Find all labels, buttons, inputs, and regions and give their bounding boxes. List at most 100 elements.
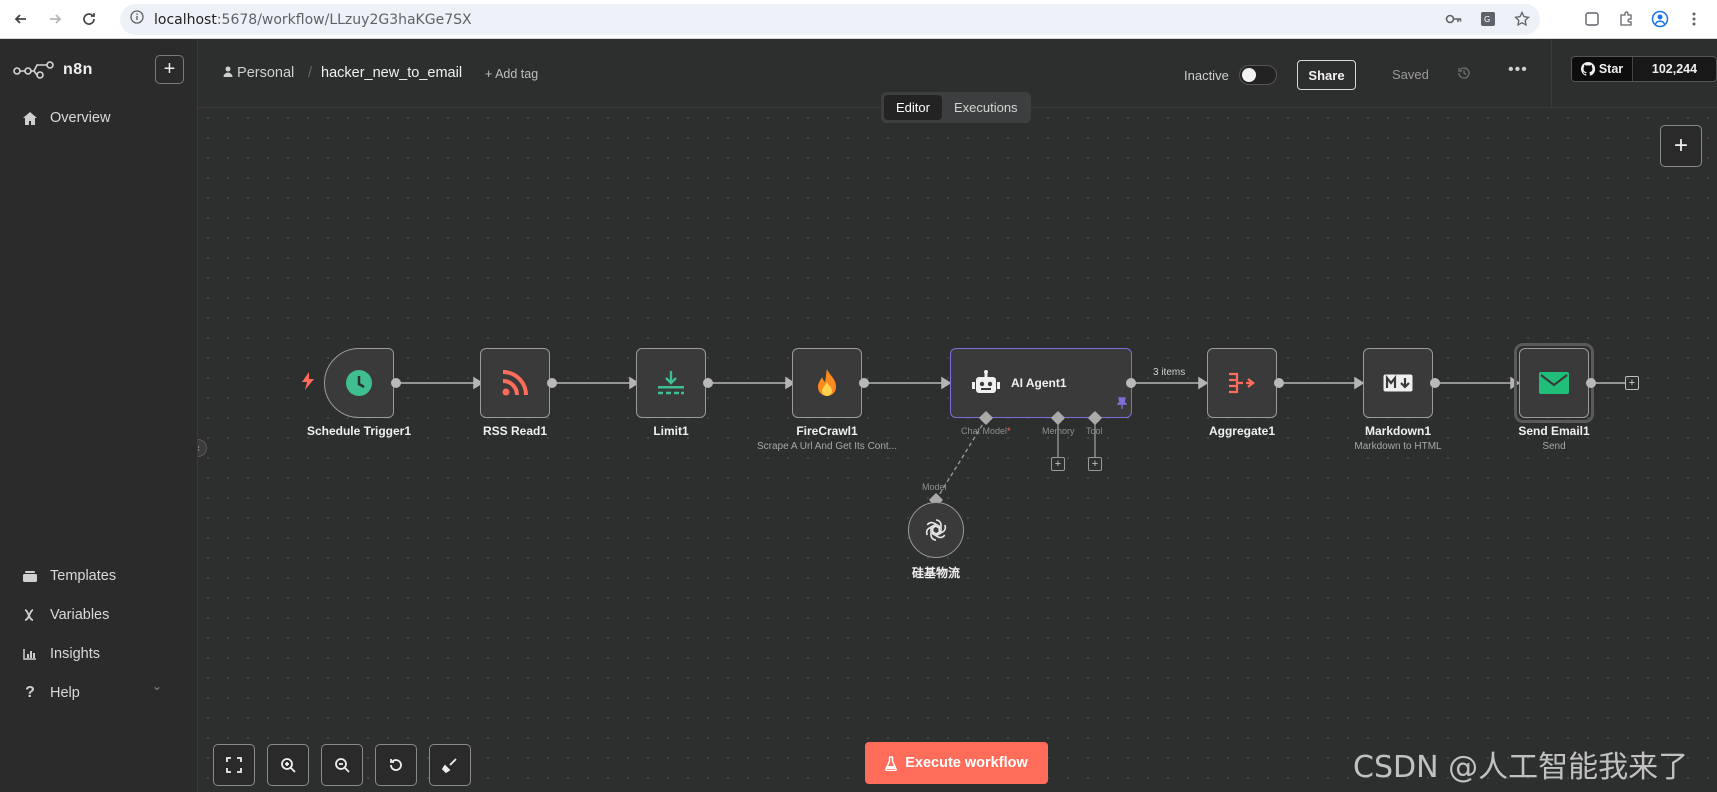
add-memory-button[interactable]: + xyxy=(1051,457,1065,471)
node-schedule-trigger[interactable] xyxy=(324,348,394,418)
activation-status-label: Inactive xyxy=(1184,68,1229,83)
workflow-canvas[interactable]: ‹ + Schedule Trigger1 RSS Read1 xyxy=(198,108,1717,792)
password-key-icon[interactable] xyxy=(1444,9,1464,29)
project-name: Personal xyxy=(237,65,295,81)
node-label: FireCrawl1 xyxy=(796,424,858,438)
node-rss-read[interactable] xyxy=(480,348,550,418)
markdown-icon xyxy=(1383,374,1413,392)
add-next-node-button[interactable]: + xyxy=(1625,376,1639,390)
output-port[interactable] xyxy=(391,378,401,388)
browser-toolbar: localhost:5678/workflow/LLzuy2G3haKGe7SX… xyxy=(0,0,1717,39)
fit-view-button[interactable] xyxy=(213,744,255,786)
output-port[interactable] xyxy=(859,378,869,388)
sidebar-item-label: Variables xyxy=(50,607,110,623)
back-icon[interactable] xyxy=(8,6,34,32)
extensions-icon[interactable] xyxy=(1615,8,1637,30)
breadcrumb-project[interactable]: Personal xyxy=(223,65,294,81)
chevron-down-icon[interactable]: ⌄ xyxy=(152,679,162,693)
output-port[interactable] xyxy=(1586,378,1596,388)
site-info-icon[interactable] xyxy=(130,10,144,29)
tool-port-label: Tool xyxy=(1086,426,1103,436)
insights-icon xyxy=(20,648,40,660)
node-firecrawl[interactable] xyxy=(792,348,862,418)
zoom-in-button[interactable] xyxy=(267,744,309,786)
activate-toggle[interactable] xyxy=(1239,65,1277,85)
editor-tabs: Editor Executions xyxy=(881,92,1031,123)
memory-port-label: Memory xyxy=(1042,426,1075,436)
output-port[interactable] xyxy=(1126,378,1136,388)
create-new-button[interactable]: + xyxy=(155,55,184,84)
output-port[interactable] xyxy=(703,378,713,388)
node-label: Markdown1 xyxy=(1364,424,1431,438)
home-icon xyxy=(20,111,40,126)
tab-search-icon[interactable] xyxy=(1581,8,1603,30)
variables-icon xyxy=(20,608,40,622)
node-model[interactable] xyxy=(908,502,964,558)
header-divider xyxy=(1551,39,1552,108)
forward-icon[interactable] xyxy=(42,6,68,32)
trigger-bolt-icon xyxy=(302,372,314,395)
execute-workflow-button[interactable]: Execute workflow xyxy=(865,742,1048,784)
profile-icon[interactable] xyxy=(1649,8,1671,30)
node-subtitle: Scrape A Url And Get Its Cont... xyxy=(756,441,898,452)
tab-executions[interactable]: Executions xyxy=(942,95,1030,120)
broom-icon xyxy=(442,758,457,773)
zoom-out-icon xyxy=(335,758,350,773)
email-icon xyxy=(1539,372,1569,394)
history-icon[interactable] xyxy=(1456,65,1472,85)
openai-icon xyxy=(925,519,947,541)
pin-icon[interactable] xyxy=(1116,396,1128,414)
sidebar-item-label: Overview xyxy=(50,110,111,126)
more-options-icon[interactable]: ••• xyxy=(1508,61,1528,79)
share-button[interactable]: Share xyxy=(1297,60,1356,90)
github-star-count: 102,244 xyxy=(1632,57,1716,81)
node-aggregate[interactable] xyxy=(1207,348,1277,418)
tab-editor[interactable]: Editor xyxy=(884,95,942,120)
limit-icon xyxy=(658,371,684,395)
sidebar: n8n + Overview Templates Variables Insig… xyxy=(0,39,198,792)
node-markdown[interactable] xyxy=(1363,348,1433,418)
clock-icon xyxy=(346,370,372,396)
node-label: RSS Read1 xyxy=(482,424,548,438)
bookmark-star-icon[interactable] xyxy=(1512,9,1532,29)
address-bar[interactable]: localhost:5678/workflow/LLzuy2G3haKGe7SX… xyxy=(120,4,1540,35)
node-limit[interactable] xyxy=(636,348,706,418)
node-send-email[interactable] xyxy=(1519,348,1589,418)
zoom-in-icon xyxy=(281,758,296,773)
execute-workflow-label: Execute workflow xyxy=(905,755,1028,771)
output-port[interactable] xyxy=(547,378,557,388)
node-label: Limit1 xyxy=(653,424,689,438)
sidebar-item-help[interactable]: ? Help xyxy=(20,681,80,705)
add-tag-button[interactable]: + Add tag xyxy=(485,67,538,81)
node-label: 硅基物流 xyxy=(911,566,960,580)
aggregate-icon xyxy=(1229,372,1255,394)
add-tool-button[interactable]: + xyxy=(1088,457,1102,471)
sidebar-item-templates[interactable]: Templates xyxy=(20,564,116,588)
undo-icon xyxy=(390,759,402,771)
rss-icon xyxy=(502,370,528,396)
github-star-button[interactable]: Star 102,244 xyxy=(1571,56,1717,82)
plus-icon: + xyxy=(163,58,176,80)
workflow-name[interactable]: hacker_new_to_email xyxy=(321,65,462,81)
reload-icon[interactable] xyxy=(76,6,102,32)
node-label: Send Email1 xyxy=(1518,424,1590,438)
url-text: localhost:5678/workflow/LLzuy2G3haKGe7SX xyxy=(154,11,472,28)
sidebar-item-insights[interactable]: Insights xyxy=(20,642,100,666)
zoom-out-button[interactable] xyxy=(321,744,363,786)
translate-icon[interactable]: G xyxy=(1478,9,1498,29)
sidebar-item-label: Insights xyxy=(50,646,100,662)
n8n-logo-icon xyxy=(13,61,54,79)
user-icon xyxy=(223,65,237,81)
node-subtitle: Markdown to HTML xyxy=(1354,441,1442,452)
node-subtitle: Send xyxy=(1542,441,1566,452)
tidy-up-button[interactable] xyxy=(429,744,471,786)
sidebar-item-overview[interactable]: Overview xyxy=(20,106,110,130)
node-label: Aggregate1 xyxy=(1208,424,1276,438)
breadcrumb-separator: / xyxy=(308,65,313,81)
output-port[interactable] xyxy=(1274,378,1284,388)
browser-menu-icon[interactable] xyxy=(1683,8,1705,30)
sidebar-item-variables[interactable]: Variables xyxy=(20,603,109,627)
node-ai-agent[interactable]: AI Agent1 xyxy=(950,348,1132,418)
reset-zoom-button[interactable] xyxy=(375,744,417,786)
output-port[interactable] xyxy=(1430,378,1440,388)
